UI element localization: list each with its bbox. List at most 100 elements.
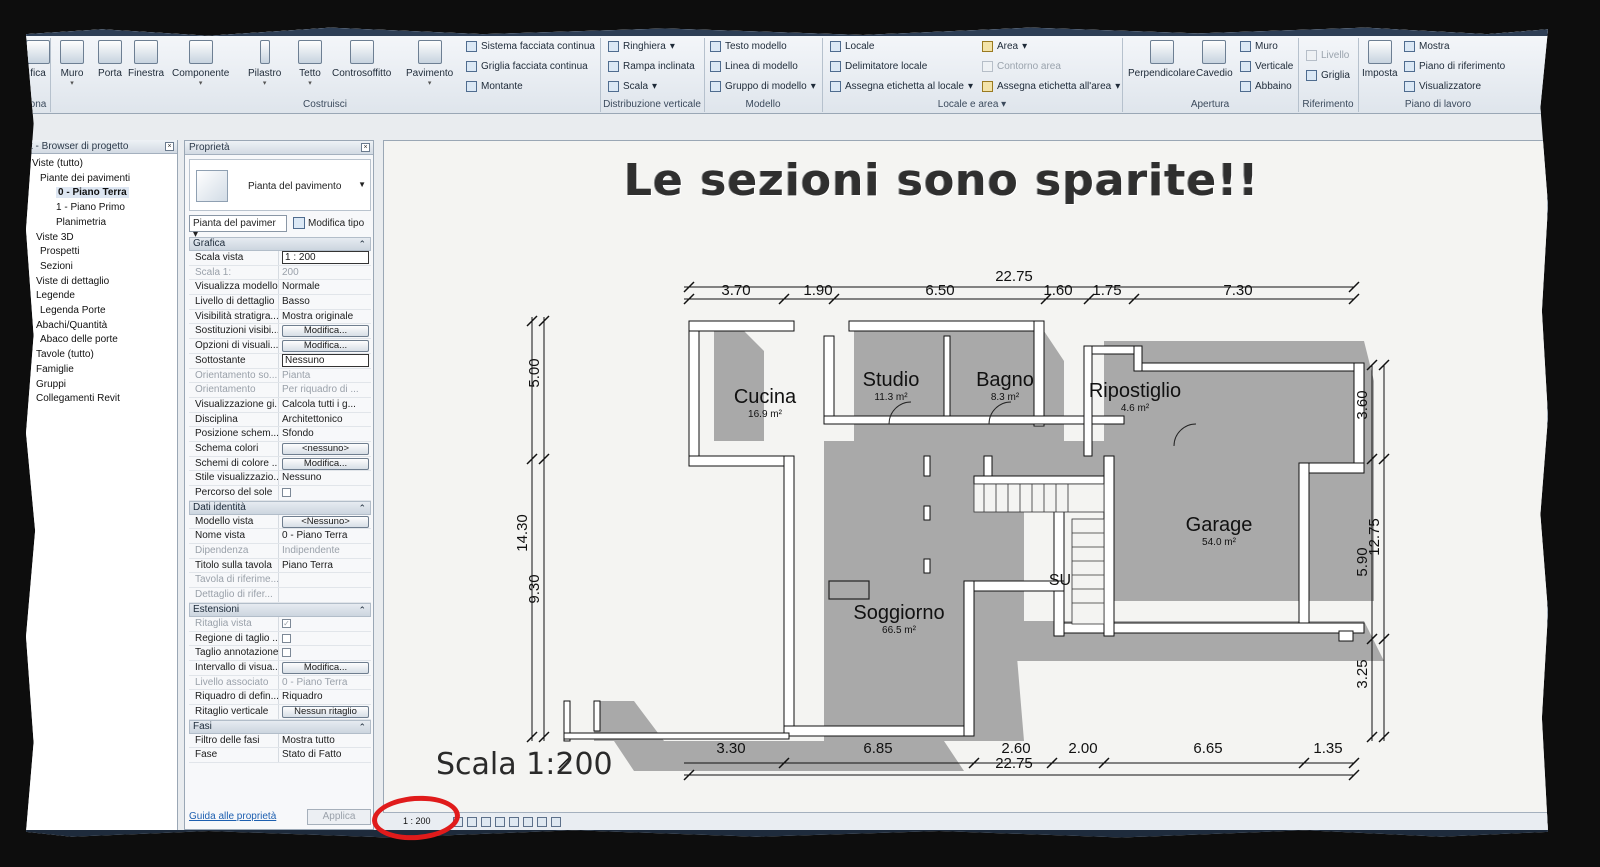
property-value[interactable]: Architettonico xyxy=(279,413,371,427)
stair-tool[interactable]: Scala ▾ xyxy=(608,81,657,92)
property-value[interactable]: Stato di Fatto xyxy=(279,748,371,762)
viewer-tool[interactable]: Visualizzatore xyxy=(1404,81,1481,92)
browser-item[interactable]: Abaco delle porte xyxy=(40,334,118,345)
browser-item[interactable]: Collegamenti Revit xyxy=(36,393,120,404)
browser-item[interactable]: Abachi/Quantità xyxy=(36,320,107,331)
browser-item[interactable]: Famiglie xyxy=(36,364,74,375)
properties-help-link[interactable]: Guida alle proprietà xyxy=(189,811,276,822)
property-value[interactable]: Calcola tutti i g... xyxy=(279,398,371,412)
apply-button[interactable]: Applica xyxy=(307,809,371,825)
curtain-system-tool[interactable]: Sistema facciata continua xyxy=(466,41,595,52)
property-button[interactable]: Modifica... xyxy=(282,457,369,470)
browser-item[interactable]: Legende xyxy=(36,290,75,301)
roof-tool[interactable]: Tetto ▾ xyxy=(298,40,322,87)
close-icon[interactable]: × xyxy=(361,143,370,152)
property-value[interactable]: Modifica... xyxy=(279,339,371,353)
property-button[interactable]: Modifica... xyxy=(282,661,369,674)
property-button[interactable]: Modifica... xyxy=(282,325,369,338)
drawing-area[interactable]: Le sezioni sono sparite!! 22.75 3.70 1.9… xyxy=(383,140,1548,830)
window-tool[interactable]: Finestra xyxy=(128,40,164,79)
property-value[interactable] xyxy=(279,646,371,660)
property-value[interactable]: Nessun ritaglio xyxy=(279,705,371,719)
property-value[interactable]: Modifica... xyxy=(279,324,371,338)
property-value[interactable]: Normale xyxy=(279,280,371,294)
browser-item[interactable]: Piante dei pavimenti xyxy=(40,173,130,184)
model-group-tool[interactable]: Gruppo di modello ▾ xyxy=(710,81,816,92)
area-tool[interactable]: Area ▾ xyxy=(982,41,1027,52)
edit-type-button[interactable]: Modifica tipo xyxy=(293,217,364,229)
property-value[interactable]: Mostra originale xyxy=(279,310,371,324)
sun-path-icon[interactable] xyxy=(481,817,491,827)
property-button[interactable]: <nessuno> xyxy=(282,442,369,455)
room-tool[interactable]: Locale xyxy=(830,41,874,52)
browser-item[interactable]: Tavole (tutto) xyxy=(36,349,94,360)
property-group-header[interactable]: Fasi ⌃ xyxy=(189,719,371,734)
column-tool[interactable]: Pilastro ▾ xyxy=(248,40,281,87)
property-value[interactable]: Basso xyxy=(279,295,371,309)
property-value[interactable]: Sfondo xyxy=(279,427,371,441)
browser-item[interactable]: Sezioni xyxy=(40,261,73,272)
show-crop-icon[interactable] xyxy=(523,817,533,827)
property-value[interactable]: 0 - Piano Terra xyxy=(279,529,371,543)
property-value[interactable]: Modifica... xyxy=(279,661,371,675)
railing-tool[interactable]: Ringhiera ▾ xyxy=(608,41,675,52)
tag-area-tool[interactable]: Assegna etichetta all'area ▾ xyxy=(982,81,1120,92)
property-value[interactable]: Nessuno xyxy=(279,353,371,368)
close-icon[interactable]: × xyxy=(165,142,174,151)
browser-item[interactable]: Legenda Porte xyxy=(40,305,106,316)
property-button[interactable]: <Nessuno> xyxy=(282,515,369,528)
property-field[interactable]: Nessuno xyxy=(282,353,369,367)
shaft-tool[interactable]: Cavedio xyxy=(1196,40,1233,79)
browser-item[interactable]: Prospetti xyxy=(40,246,79,257)
shadows-icon[interactable] xyxy=(495,817,505,827)
property-value[interactable]: Modifica... xyxy=(279,457,371,471)
modify-tool[interactable]: fica xyxy=(26,40,50,79)
panel-label-room-area[interactable]: Locale e area ▾ xyxy=(822,99,1122,110)
property-checkbox[interactable] xyxy=(282,488,291,497)
browser-item[interactable]: Gruppi xyxy=(36,379,66,390)
property-value[interactable]: Nessuno xyxy=(279,471,371,485)
wall-opening-tool[interactable]: Muro xyxy=(1240,41,1278,52)
ceiling-tool[interactable]: Controsoffitto xyxy=(332,40,391,79)
shaft-perpendicular-tool[interactable]: Perpendicolare xyxy=(1128,40,1195,79)
property-button[interactable]: Modifica... xyxy=(282,340,369,353)
property-value[interactable] xyxy=(279,486,371,500)
wall-tool[interactable]: Muro ▾ xyxy=(60,40,84,87)
property-field[interactable]: 1 : 200 xyxy=(282,251,369,264)
browser-item[interactable]: Viste di dettaglio xyxy=(36,276,109,287)
ref-plane-tool[interactable]: Piano di riferimento xyxy=(1404,61,1505,72)
model-text-tool[interactable]: Testo modello xyxy=(710,41,787,52)
crop-view-icon[interactable] xyxy=(509,817,519,827)
temporary-hide-icon[interactable] xyxy=(537,817,547,827)
property-button[interactable]: Nessun ritaglio xyxy=(282,705,369,718)
type-selector[interactable]: Pianta del pavimento ▼ xyxy=(189,159,371,211)
property-value[interactable]: Piano Terra xyxy=(279,559,371,573)
property-checkbox[interactable] xyxy=(282,633,291,643)
component-tool[interactable]: Componente ▾ xyxy=(172,40,229,87)
floor-tool[interactable]: Pavimento ▾ xyxy=(406,40,453,87)
browser-item[interactable]: Planimetria xyxy=(56,217,106,228)
browser-item[interactable]: Viste 3D xyxy=(36,232,74,243)
area-boundary-tool[interactable]: Contorno area xyxy=(982,61,1061,72)
property-value[interactable]: Riquadro xyxy=(279,690,371,704)
grid-tool[interactable]: Griglia xyxy=(1306,70,1350,81)
show-workplane-tool[interactable]: Mostra xyxy=(1404,41,1450,52)
set-workplane-tool[interactable]: Imposta xyxy=(1362,40,1398,79)
room-separator-tool[interactable]: Delimitatore locale xyxy=(830,61,927,72)
browser-item[interactable]: 1 - Piano Primo xyxy=(56,202,125,213)
property-value[interactable]: <Nessuno> xyxy=(279,515,371,529)
property-value[interactable] xyxy=(279,632,371,646)
browser-item[interactable]: 0 - Piano Terra xyxy=(56,187,129,199)
ramp-tool[interactable]: Rampa inclinata xyxy=(608,61,695,72)
model-line-tool[interactable]: Linea di modello xyxy=(710,61,798,72)
property-value[interactable]: <nessuno> xyxy=(279,442,371,456)
tag-room-tool[interactable]: Assegna etichetta al locale ▾ xyxy=(830,81,973,92)
property-value[interactable]: Mostra tutto xyxy=(279,734,371,748)
dormer-tool[interactable]: Abbaino xyxy=(1240,81,1292,92)
instance-filter-dropdown[interactable]: Pianta del pavimer ▾ xyxy=(189,215,287,240)
door-tool[interactable]: Porta xyxy=(98,40,122,79)
property-group-header[interactable]: Grafica ⌃ xyxy=(189,237,371,251)
property-checkbox[interactable] xyxy=(282,648,291,658)
curtain-grid-tool[interactable]: Griglia facciata continua xyxy=(466,61,588,72)
property-group-header[interactable]: Dati identità ⌃ xyxy=(189,500,371,515)
